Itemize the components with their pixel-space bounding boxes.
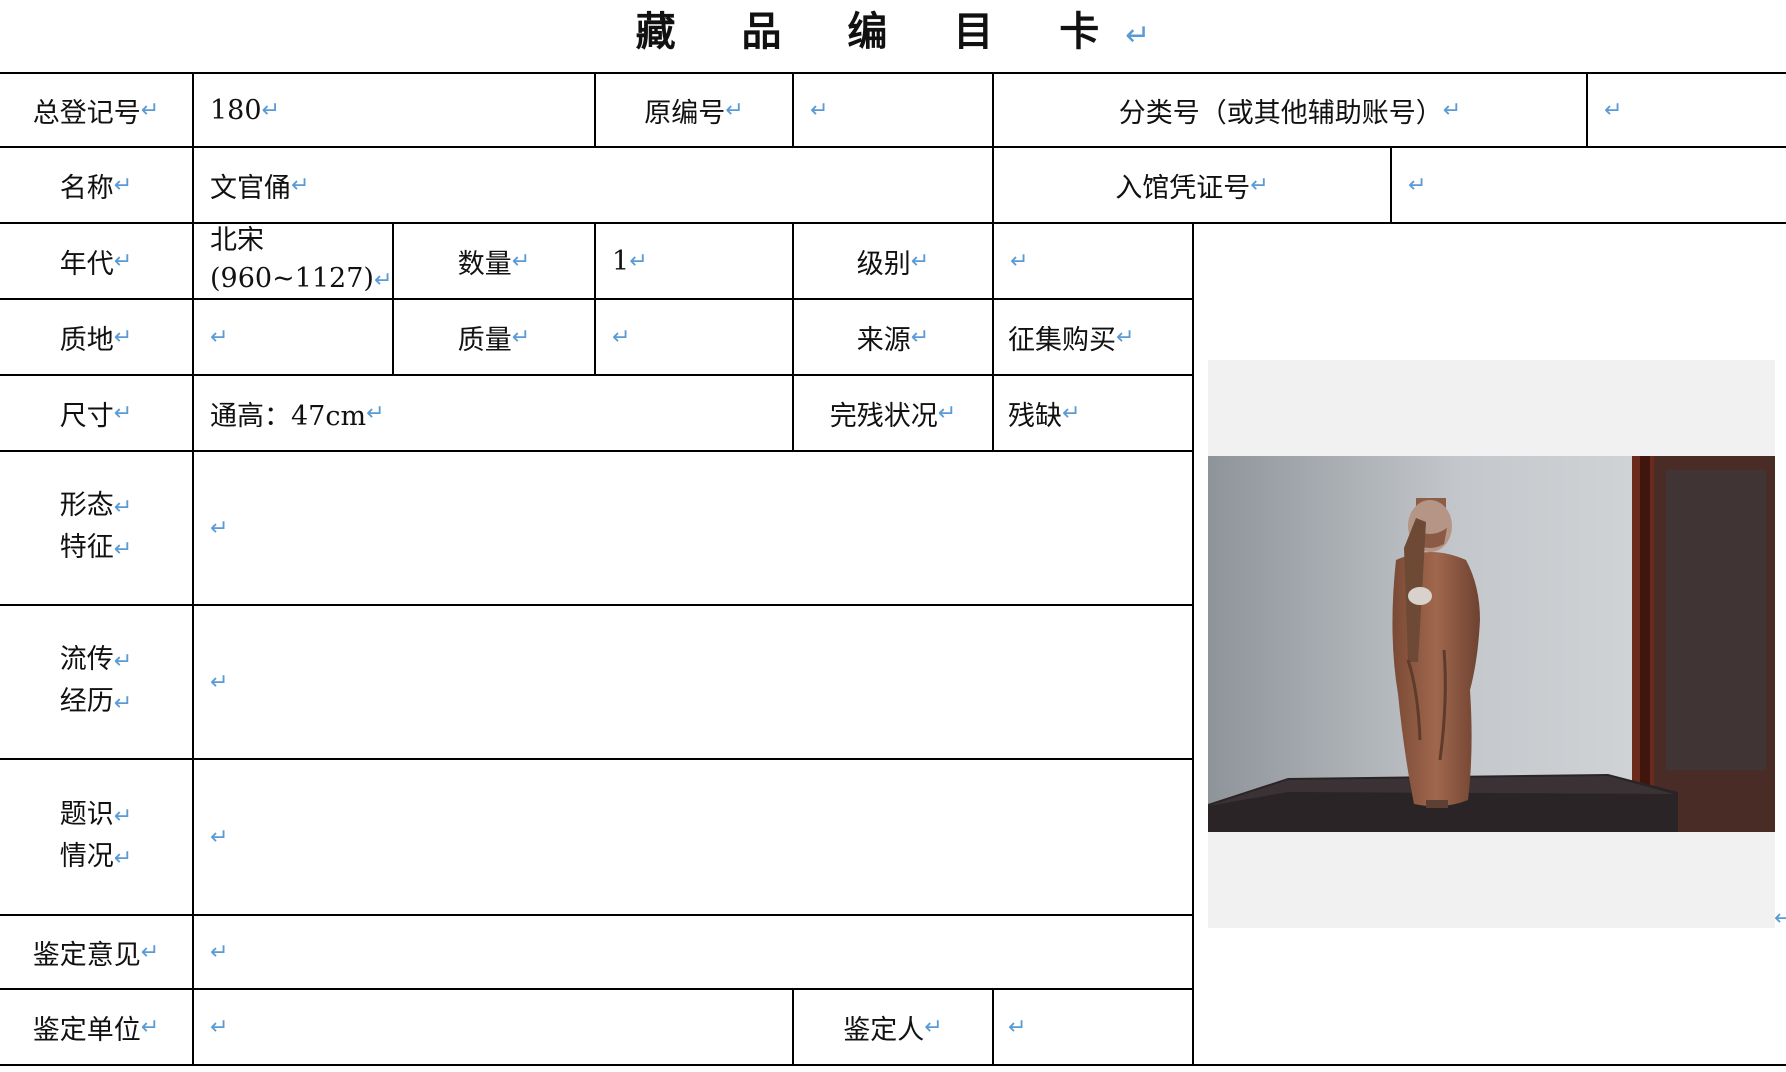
appraiser-label: 鉴定人 ↵: [843, 1014, 943, 1046]
inscription-value: ↵: [194, 760, 1192, 914]
appraisal-opinion-label: 鉴定意见 ↵: [32, 939, 160, 971]
return-mark-icon: ↵: [629, 248, 648, 274]
original-no-label: 原编号 ↵: [644, 97, 744, 129]
return-mark-icon: ↵: [1250, 172, 1269, 198]
return-mark-icon: ↵: [113, 537, 133, 562]
source-label: 来源 ↵: [856, 324, 930, 356]
entry-voucher-no-label: 入馆凭证号 ↵: [1115, 172, 1269, 204]
original-no-value: ↵: [794, 74, 992, 146]
appraisal-unit-value: ↵: [194, 990, 792, 1064]
return-mark-icon: ↵: [910, 248, 930, 274]
return-mark-icon: ↵: [113, 691, 133, 716]
return-mark-icon: ↵: [210, 824, 229, 850]
return-mark-icon: ↵: [373, 268, 393, 293]
name-label: 名称 ↵: [59, 172, 133, 204]
grade-label: 级别 ↵: [856, 248, 930, 280]
return-mark-icon: ↵: [113, 804, 133, 829]
grid-line: [1192, 222, 1194, 1066]
return-mark-icon: ↵: [937, 400, 957, 426]
return-mark-icon: ↵: [210, 669, 229, 695]
return-mark-icon: ↵: [511, 324, 531, 350]
appraiser-value: ↵: [994, 990, 1192, 1064]
material-label: 质地 ↵: [59, 324, 133, 356]
provenance-label: 流传↵ 经历↵: [59, 644, 133, 717]
return-mark-icon: ↵: [113, 649, 133, 674]
classification-no-label: 分类号（或其他辅助账号） ↵: [1118, 97, 1462, 129]
registration-no-label: 总登记号 ↵: [32, 97, 160, 129]
source-value: 征集购买 ↵: [1008, 324, 1135, 356]
return-mark-icon: ↵: [810, 97, 829, 123]
provenance-value: ↵: [194, 606, 1192, 758]
return-mark-icon: ↵: [725, 97, 744, 123]
registration-no-value: 180 ↵: [210, 94, 280, 126]
weight-label: 质量 ↵: [457, 324, 531, 356]
artifact-figure-image: [1208, 456, 1775, 832]
return-mark-icon: ↵: [1008, 1014, 1027, 1040]
quantity-label: 数量 ↵: [457, 248, 531, 280]
return-mark-icon: ↵: [210, 939, 229, 965]
quantity-value: 1 ↵: [612, 245, 648, 277]
return-mark-icon: ↵: [140, 1014, 160, 1040]
classification-no-value: ↵: [1588, 74, 1786, 146]
era-label: 年代 ↵: [59, 248, 133, 280]
return-mark-icon: ↵: [113, 172, 133, 198]
return-mark-icon: ↵: [1116, 324, 1135, 350]
condition-value: 残缺 ↵: [1008, 400, 1081, 432]
return-mark-icon: ↵: [910, 324, 930, 350]
weight-value: ↵: [596, 300, 792, 374]
return-mark-icon: ↵: [261, 97, 280, 123]
card-title: 藏 品 编 目 卡↵: [635, 9, 1151, 55]
return-mark-icon: ↵: [113, 248, 133, 274]
return-mark-icon: ↵: [366, 400, 385, 426]
form-features-label: 形态↵ 特征↵: [59, 490, 133, 563]
return-mark-icon: ↵: [113, 400, 133, 426]
return-mark-icon: ↵: [924, 1014, 943, 1040]
return-mark-icon: ↵: [113, 495, 133, 520]
era-value: 北宋 (960~1127)↵: [210, 225, 393, 294]
appraisal-unit-label: 鉴定单位 ↵: [32, 1014, 160, 1046]
return-mark-icon: ↵: [210, 515, 229, 541]
return-mark-icon: ↵: [113, 846, 133, 871]
condition-label: 完残状况 ↵: [829, 400, 957, 432]
return-mark-icon: ↵: [1408, 172, 1427, 198]
return-mark-icon: ↵: [511, 248, 531, 274]
return-mark-icon: ↵: [140, 939, 160, 965]
return-mark-icon: ↵: [1442, 97, 1462, 123]
name-value: 文官俑 ↵: [210, 172, 310, 204]
return-mark-icon: ↵: [210, 324, 229, 350]
material-value: ↵: [194, 300, 392, 374]
grade-value: ↵: [994, 224, 1192, 298]
size-label: 尺寸 ↵: [59, 400, 133, 432]
return-mark-icon: ↵: [291, 172, 310, 198]
return-mark-icon: ↵: [140, 97, 160, 123]
return-mark-icon: ↵: [1010, 248, 1029, 274]
grid-line: [0, 1064, 1786, 1066]
entry-voucher-no-value: ↵: [1392, 148, 1786, 222]
size-value: 通高：47cm ↵: [210, 400, 385, 432]
return-mark-icon: ↵: [612, 324, 631, 350]
return-mark-icon: ↵: [1774, 906, 1786, 931]
inscription-label: 题识↵ 情况↵: [59, 799, 133, 872]
appraisal-opinion-value: ↵: [194, 916, 1192, 988]
return-mark-icon: ↵: [1604, 97, 1623, 123]
artifact-photo: [1208, 360, 1775, 928]
return-mark-icon: ↵: [113, 324, 133, 350]
return-mark-icon: ↵: [1062, 400, 1081, 426]
form-features-value: ↵: [194, 452, 1192, 604]
return-mark-icon: ↵: [1125, 18, 1151, 53]
return-mark-icon: ↵: [210, 1014, 229, 1040]
